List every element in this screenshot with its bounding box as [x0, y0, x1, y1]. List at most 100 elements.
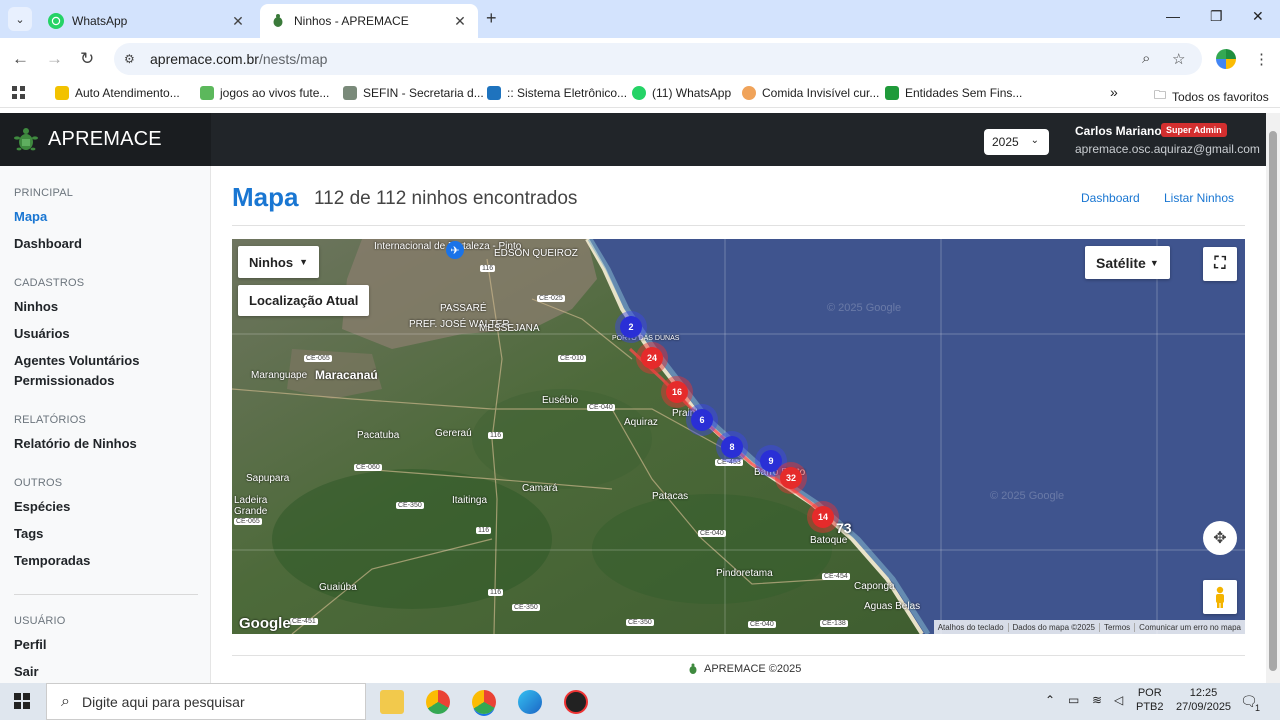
- edge-icon[interactable]: [518, 690, 542, 714]
- close-tab-icon[interactable]: ✕: [452, 13, 468, 30]
- dashboard-link[interactable]: Dashboard: [1081, 191, 1140, 205]
- back-icon[interactable]: ←: [12, 49, 29, 69]
- chrome-icon[interactable]: [426, 690, 450, 714]
- brand-logo[interactable]: APREMACE: [0, 113, 211, 166]
- tab-title: Ninhos - APREMACE: [294, 14, 409, 28]
- nest-cluster[interactable]: 16: [666, 381, 688, 403]
- sidebar-item-ninhos[interactable]: Ninhos: [14, 299, 58, 314]
- current-location-button[interactable]: Localização Atual: [238, 285, 370, 316]
- sidebar-section-title: USUÁRIO: [14, 615, 66, 627]
- browser-menu-icon[interactable]: ⋮: [1254, 50, 1269, 68]
- camera-control-icon[interactable]: ✥: [1203, 521, 1237, 555]
- bookmark-item[interactable]: Comida Invisível cur...: [742, 86, 879, 100]
- nest-cluster[interactable]: 2: [620, 316, 642, 338]
- volume-icon[interactable]: ◁: [1114, 693, 1123, 707]
- nest-cluster[interactable]: 24: [641, 347, 663, 369]
- fullscreen-icon[interactable]: ⛶: [1203, 247, 1237, 281]
- bookmark-item[interactable]: jogos ao vivos fute...: [200, 86, 329, 100]
- tab-ninhos[interactable]: Ninhos - APREMACE ✕: [260, 4, 478, 38]
- sidebar-item-permissionados[interactable]: Permissionados: [14, 373, 114, 388]
- app-icon[interactable]: [564, 690, 588, 714]
- list-nests-link[interactable]: Listar Ninhos: [1164, 191, 1234, 205]
- bookmark-item[interactable]: SEFIN - Secretaria d...: [343, 86, 484, 100]
- nest-cluster[interactable]: 8: [721, 436, 743, 458]
- chrome-active-icon[interactable]: [472, 690, 496, 714]
- browser-toolbar: ← → ↻ ⚙ apremace.com.br/nests/map ⌕ ☆ ⋮: [0, 38, 1280, 80]
- bookmark-star-icon[interactable]: ☆: [1172, 50, 1185, 68]
- sidebar: PRINCIPAL Mapa Dashboard CADASTROS Ninho…: [0, 166, 211, 686]
- map-place-label: Guaiúba: [319, 582, 357, 593]
- apps-grid-icon[interactable]: [12, 86, 26, 100]
- bookmark-item[interactable]: (11) WhatsApp: [632, 86, 731, 100]
- google-logo[interactable]: Google: [239, 615, 291, 632]
- close-window-icon[interactable]: ✕: [1252, 8, 1264, 25]
- sidebar-item-especies[interactable]: Espécies: [14, 499, 70, 514]
- new-tab-icon[interactable]: +: [486, 8, 497, 29]
- address-bar[interactable]: ⚙ apremace.com.br/nests/map: [114, 43, 1202, 75]
- restore-icon[interactable]: ❐: [1210, 8, 1223, 25]
- more-bookmarks-icon[interactable]: »: [1110, 84, 1118, 100]
- user-name[interactable]: Carlos Mariano: [1075, 124, 1162, 138]
- nest-cluster[interactable]: 73: [836, 520, 852, 536]
- sidebar-item-temporadas[interactable]: Temporadas: [14, 553, 90, 568]
- layer-dropdown[interactable]: Ninhos ▼: [238, 246, 319, 278]
- map-type-dropdown[interactable]: Satélite ▼: [1085, 246, 1170, 279]
- bookmark-favicon: [55, 86, 69, 100]
- tab-search-icon[interactable]: ⌄: [8, 7, 32, 31]
- keyboard-shortcuts-link[interactable]: Atalhos do teclado: [934, 623, 1008, 632]
- scrollbar-thumb[interactable]: [1269, 131, 1277, 671]
- file-explorer-icon[interactable]: [380, 690, 404, 714]
- zoom-search-icon[interactable]: ⌕: [1142, 50, 1150, 67]
- nest-cluster[interactable]: 32: [780, 467, 802, 489]
- site-info-icon[interactable]: ⚙: [124, 52, 140, 66]
- windows-start-icon[interactable]: [14, 693, 30, 709]
- road-shield: CE-040: [748, 621, 776, 628]
- battery-icon[interactable]: ▭: [1068, 693, 1079, 707]
- nest-cluster[interactable]: 14: [812, 506, 834, 528]
- sidebar-item-agentes[interactable]: Agentes Voluntários: [14, 353, 139, 368]
- bookmark-item[interactable]: Auto Atendimento...: [55, 86, 180, 100]
- page-scrollbar[interactable]: [1266, 113, 1280, 683]
- windows-taskbar: ⌕ Digite aqui para pesquisar ⌃ ▭ ≋ ◁ POR…: [0, 683, 1280, 720]
- wifi-icon[interactable]: ≋: [1092, 693, 1102, 707]
- sidebar-item-mapa[interactable]: Mapa: [14, 209, 47, 224]
- nests-map[interactable]: © 2025 Google © 2025 Google Internaciona…: [232, 239, 1245, 634]
- map-place-label: Pacatuba: [357, 430, 400, 441]
- map-watermark: © 2025 Google: [990, 490, 1065, 502]
- airport-icon[interactable]: ✈: [446, 241, 464, 259]
- sidebar-item-perfil[interactable]: Perfil: [14, 637, 47, 652]
- forward-icon[interactable]: →: [46, 49, 63, 69]
- map-attribution: Atalhos do teclado Dados do mapa ©2025 T…: [933, 620, 1245, 634]
- report-error-link[interactable]: Comunicar um erro no mapa: [1134, 622, 1245, 632]
- sidebar-item-usuarios[interactable]: Usuários: [14, 326, 70, 341]
- sidebar-item-dashboard[interactable]: Dashboard: [14, 236, 82, 251]
- map-place-label: PASSARÉ: [440, 303, 487, 314]
- sidebar-item-sair[interactable]: Sair: [14, 664, 39, 679]
- turtle-icon: [14, 127, 38, 150]
- road-shield: CE-451: [290, 618, 318, 625]
- brand-name: APREMACE: [48, 128, 162, 150]
- caret-down-icon: ▼: [299, 257, 308, 267]
- profile-avatar[interactable]: [1216, 49, 1236, 69]
- clock[interactable]: 12:25 27/09/2025: [1176, 686, 1231, 714]
- nest-cluster[interactable]: 6: [691, 409, 713, 431]
- road-shield: CE-025: [537, 295, 565, 302]
- bookmark-item[interactable]: :: Sistema Eletrônico...: [487, 86, 627, 100]
- sidebar-item-relatorio-ninhos[interactable]: Relatório de Ninhos: [14, 436, 137, 451]
- tab-whatsapp[interactable]: WhatsApp ✕: [38, 4, 256, 38]
- nest-cluster[interactable]: 9: [760, 450, 782, 472]
- terms-link[interactable]: Termos: [1098, 622, 1134, 632]
- minimize-icon[interactable]: —: [1166, 8, 1180, 24]
- sidebar-item-tags[interactable]: Tags: [14, 526, 43, 541]
- road-shield: CE-065: [234, 518, 262, 525]
- language-indicator[interactable]: POR PTB2: [1136, 686, 1164, 714]
- bookmark-item[interactable]: Entidades Sem Fins...: [885, 86, 1022, 100]
- taskbar-search[interactable]: ⌕ Digite aqui para pesquisar: [46, 683, 366, 720]
- street-view-pegman-icon[interactable]: [1203, 580, 1237, 614]
- year-select[interactable]: 2025 ⌄: [984, 129, 1049, 155]
- all-bookmarks-folder[interactable]: 🗀 Todos os favoritos: [1154, 86, 1269, 107]
- reload-icon[interactable]: ↻: [80, 49, 94, 69]
- close-tab-icon[interactable]: ✕: [230, 13, 246, 30]
- map-place-label: Sapupara: [246, 473, 290, 484]
- tray-chevron-up-icon[interactable]: ⌃: [1045, 693, 1055, 707]
